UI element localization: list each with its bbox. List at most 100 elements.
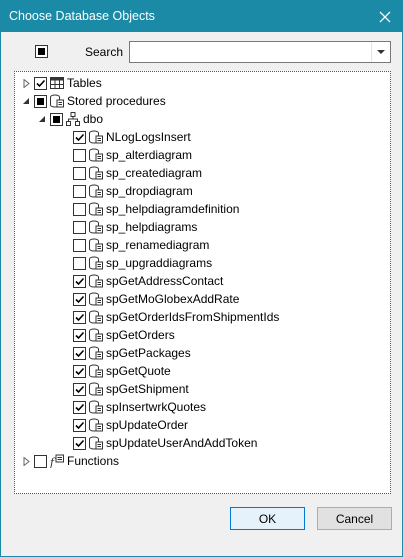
tree-node-procedure-checkbox[interactable] <box>73 364 86 378</box>
expand-arrow-icon[interactable] <box>21 78 31 88</box>
tree-node-label: spGetMoGlobexAddRate <box>106 292 240 306</box>
tree-node-label: Functions <box>67 454 120 468</box>
tree-node-procedure[interactable]: spGetPackages <box>60 344 191 362</box>
tree-node-procedure-checkbox[interactable] <box>73 130 86 144</box>
tree-node-procedure[interactable]: spGetOrders <box>60 326 175 344</box>
expand-arrow-icon[interactable] <box>21 456 31 466</box>
tree-node-procedure-checkbox[interactable] <box>73 184 86 198</box>
tree-node-label: Tables <box>67 76 102 90</box>
tree-node-procedure[interactable]: sp_renamediagram <box>60 236 209 254</box>
search-combobox[interactable] <box>129 41 391 63</box>
tree-node-procedure-checkbox[interactable] <box>73 148 86 162</box>
tree-node-procedure[interactable]: sp_dropdiagram <box>60 182 193 200</box>
tree-node-procedure-checkbox[interactable] <box>73 166 86 180</box>
search-label: Search <box>85 45 124 59</box>
tree-node-procedure-checkbox[interactable] <box>73 220 86 234</box>
tree-node-procedure[interactable]: sp_creatediagram <box>60 164 202 182</box>
tree-node-label: sp_helpdiagrams <box>106 220 198 234</box>
tree-node-tables[interactable]: Tables <box>21 74 102 92</box>
tree-node-label: sp_creatediagram <box>106 166 203 180</box>
stored-procedure-icon <box>89 364 103 378</box>
search-input[interactable] <box>130 42 370 62</box>
tree-node-dbo[interactable]: dbo <box>37 110 103 128</box>
tree-node-procedure-checkbox[interactable] <box>73 310 86 324</box>
ok-button[interactable]: OK <box>230 507 305 530</box>
chevron-down-icon <box>377 49 385 54</box>
tree-node-procedure-checkbox[interactable] <box>73 292 86 306</box>
tree-node-procedure[interactable]: spGetOrderIdsFromShipmentIds <box>60 308 279 326</box>
tree-node-procedure-checkbox[interactable] <box>73 346 86 360</box>
stored-procedure-icon <box>89 310 103 324</box>
tree-node-procedure-checkbox[interactable] <box>73 382 86 396</box>
tree-node-procedure[interactable]: spGetShipment <box>60 380 189 398</box>
search-dropdown-button[interactable] <box>371 42 390 62</box>
tree-node-procedure-checkbox[interactable] <box>73 238 86 252</box>
tree-node-procedure-checkbox[interactable] <box>73 436 86 450</box>
tree-node-procedure-checkbox[interactable] <box>73 328 86 342</box>
cancel-button[interactable]: Cancel <box>317 507 392 530</box>
tree-node-label: spGetQuote <box>106 364 171 378</box>
tree-node-procedure[interactable]: sp_upgraddiagrams <box>60 254 212 272</box>
tree-node-procedure[interactable]: spInsertwrkQuotes <box>60 398 206 416</box>
tree-node-stored-procedures-checkbox[interactable] <box>34 94 47 108</box>
tree-node-procedure[interactable]: spUpdateOrder <box>60 416 188 434</box>
tree-node-label: spUpdateUserAndAddToken <box>106 436 258 450</box>
tree-node-procedure[interactable]: sp_helpdiagramdefinition <box>60 200 239 218</box>
stored-procedure-icon <box>89 220 103 234</box>
table-icon <box>50 76 64 90</box>
tree-node-procedure[interactable]: spGetMoGlobexAddRate <box>60 290 239 308</box>
collapse-arrow-icon[interactable] <box>37 114 47 124</box>
tree-node-procedure-checkbox[interactable] <box>73 400 86 414</box>
tree-node-procedure[interactable]: sp_helpdiagrams <box>60 218 197 236</box>
tree-node-procedure[interactable]: NLogLogsInsert <box>60 128 191 146</box>
tree-node-label: sp_alterdiagram <box>106 148 193 162</box>
stored-procedure-icon <box>89 184 103 198</box>
tree-node-functions[interactable]: f Functions <box>21 452 119 470</box>
tree-node-label: Stored procedures <box>67 94 166 108</box>
stored-procedure-icon <box>89 202 103 216</box>
tree-node-tables-checkbox[interactable] <box>34 76 47 90</box>
choose-database-objects-dialog: Choose Database Objects Search Tables Sto… <box>0 0 403 557</box>
tree-node-label: spGetAddressContact <box>106 274 224 288</box>
select-all-checkbox[interactable] <box>35 45 48 58</box>
tree-node-procedure-checkbox[interactable] <box>73 274 86 288</box>
object-tree[interactable]: Tables Stored procedures dbo NLogLogsInsert… <box>14 71 391 494</box>
stored-procedure-icon <box>89 418 103 432</box>
stored-procedure-icon <box>50 94 64 108</box>
stored-procedure-icon <box>89 328 103 342</box>
stored-procedure-icon <box>89 400 103 414</box>
tree-node-procedure[interactable]: sp_alterdiagram <box>60 146 192 164</box>
tree-node-label: sp_renamediagram <box>106 238 210 252</box>
stored-procedure-icon <box>89 256 103 270</box>
tree-node-procedure[interactable]: spGetQuote <box>60 362 171 380</box>
tree-node-stored-procedures[interactable]: Stored procedures <box>21 92 166 110</box>
stored-procedure-icon <box>89 130 103 144</box>
tree-node-label: sp_helpdiagramdefinition <box>106 202 240 216</box>
close-button[interactable] <box>368 1 402 32</box>
tree-node-dbo-checkbox[interactable] <box>50 112 63 126</box>
tree-node-procedure-checkbox[interactable] <box>73 202 86 216</box>
stored-procedure-icon <box>89 436 103 450</box>
collapse-arrow-icon[interactable] <box>21 96 31 106</box>
tree-node-procedure[interactable]: spGetAddressContact <box>60 272 223 290</box>
tree-node-label: spGetPackages <box>106 346 191 360</box>
schema-icon <box>66 112 80 126</box>
tree-node-procedure[interactable]: spUpdateUserAndAddToken <box>60 434 257 452</box>
stored-procedure-icon <box>89 382 103 396</box>
tree-node-functions-checkbox[interactable] <box>34 454 47 468</box>
tree-node-procedure-checkbox[interactable] <box>73 256 86 270</box>
stored-procedure-icon <box>89 274 103 288</box>
tree-node-procedure-checkbox[interactable] <box>73 418 86 432</box>
